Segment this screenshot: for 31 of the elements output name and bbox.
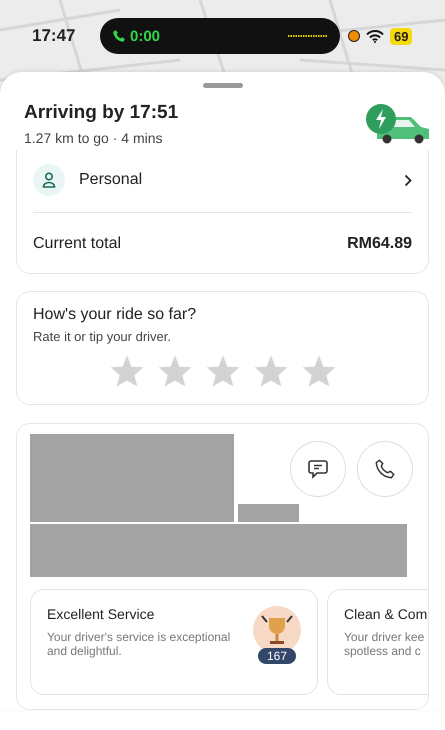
star-icon[interactable] [300,354,336,388]
compliment-card[interactable]: Excellent Service Your driver's service is exceptional and delightful. 167 [30,589,318,695]
arrival-title: Arriving by 17:51 [24,102,178,124]
battery-level: 69 [390,28,412,44]
star-icon[interactable] [252,354,288,388]
star-icon[interactable] [108,354,144,388]
rating-hint: Rate it or tip your driver. [33,329,172,344]
waveform-icon [288,34,328,38]
rating-question: How's your ride so far? [33,306,198,324]
compliment-title: Clean & Com [344,606,428,622]
wifi-icon [366,30,384,42]
phone-icon [374,458,396,480]
compliment-description: Your driver's service is exceptional and delightful. [47,630,232,659]
star-icon[interactable] [204,354,240,388]
chevron-right-icon[interactable] [404,174,412,186]
compliment-description: Your driver kee spotless and c [344,630,426,659]
phone-icon [112,29,126,43]
total-label: Current total [33,235,122,253]
person-icon [33,164,65,196]
compliment-card[interactable]: Clean & Com Your driver kee spotless and c [327,589,428,695]
call-pill[interactable]: 0:00 [100,18,340,54]
payment-profile[interactable]: Personal [79,171,390,189]
trip-distance: 1.27 km to go · 4 mins [24,130,164,146]
compliment-count: 167 [258,648,296,664]
drag-handle[interactable] [202,83,242,88]
status-time: 17:47 [32,26,76,46]
chat-icon [307,458,329,480]
redacted-block [238,504,299,522]
star-icon[interactable] [156,354,192,388]
compliment-title: Excellent Service [47,606,156,622]
total-amount: RM64.89 [347,235,412,253]
